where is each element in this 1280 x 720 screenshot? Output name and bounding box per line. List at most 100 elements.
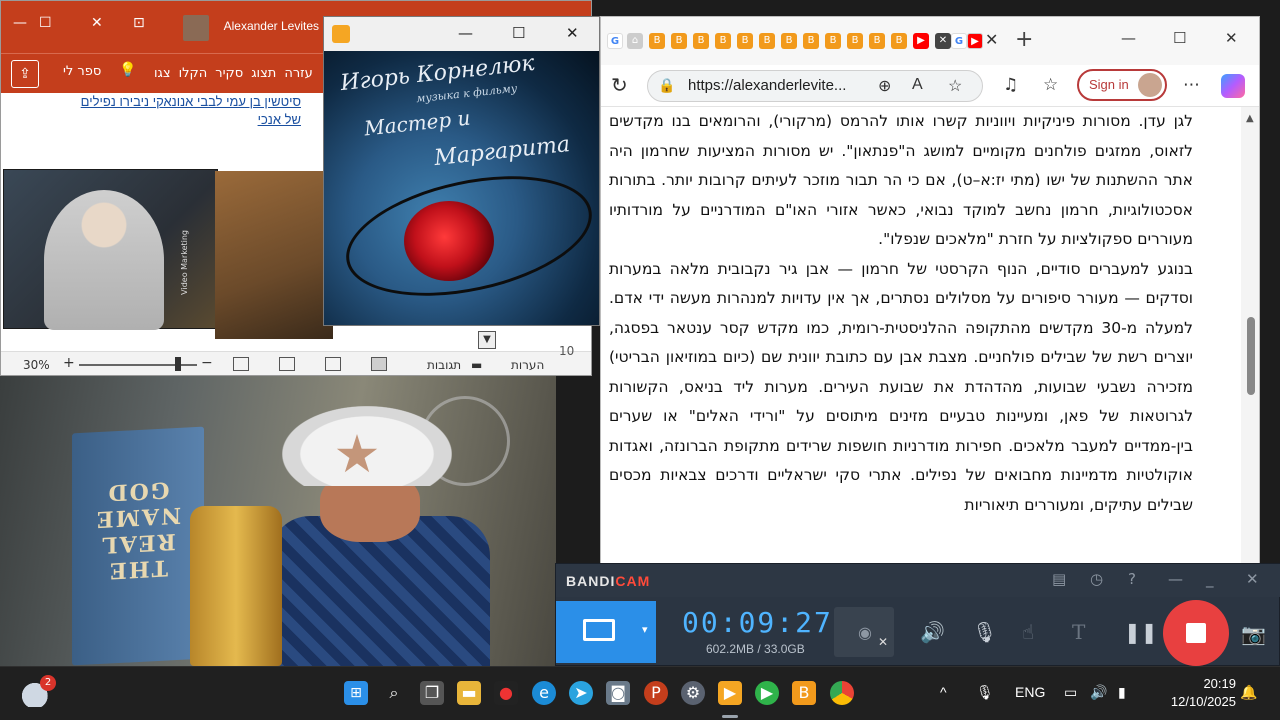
browser-maximize-button[interactable]: ☐ xyxy=(1173,29,1186,47)
more-menu-icon[interactable]: ⋯ xyxy=(1183,75,1200,95)
ppt-share-icon[interactable]: ⇪ xyxy=(11,60,39,88)
player-maximize-button[interactable]: ☐ xyxy=(512,24,525,42)
tab-blogger-icon-9[interactable]: B xyxy=(825,33,841,49)
scrollbar-thumb[interactable] xyxy=(1247,317,1255,395)
battery-icon[interactable]: ▮ xyxy=(1118,684,1126,701)
cursor-effect-icon[interactable]: ☝ xyxy=(1022,620,1034,644)
favorite-star-icon[interactable]: ☆ xyxy=(948,76,962,96)
tab-x-icon[interactable]: ✕ xyxy=(935,33,951,49)
speaker-icon[interactable]: 🔊 xyxy=(920,620,945,644)
normal-view-icon[interactable] xyxy=(371,357,387,371)
help-icon[interactable]: ? xyxy=(1128,570,1136,588)
zoom-icon[interactable]: ⊕ xyxy=(878,76,891,96)
zoom-slider-handle[interactable] xyxy=(175,357,181,371)
ppt-tab-help[interactable]: עזרה xyxy=(281,64,315,83)
tab-youtube-icon-active[interactable]: ▶ xyxy=(967,33,983,49)
url-bar[interactable]: 🔒 https://alexanderlevite... ⊕ A ☆ xyxy=(647,70,983,102)
screen-record-mode-button[interactable]: ▾ xyxy=(556,601,656,663)
folder-icon[interactable]: ▤ xyxy=(1052,570,1066,588)
pause-button[interactable]: ❚❚ xyxy=(1124,620,1158,644)
scroll-down-icon[interactable]: ▼ xyxy=(478,331,496,349)
media-control-icon[interactable]: ♫ xyxy=(1003,75,1018,95)
slide-sorter-icon[interactable] xyxy=(325,357,341,371)
notification-icon[interactable]: 🔔 xyxy=(1240,684,1257,701)
tab-puzzle-icon[interactable]: ⌂ xyxy=(627,33,643,49)
ppt-ribbon-display-icon[interactable]: ⊡ xyxy=(133,15,145,31)
tab-blogger-icon-6[interactable]: B xyxy=(759,33,775,49)
zoom-out-button[interactable]: − xyxy=(201,355,213,371)
new-tab-icon[interactable]: + xyxy=(1015,27,1033,52)
tab-close-icon[interactable]: ✕ xyxy=(985,30,998,49)
ppt-restore-button[interactable]: ☐ xyxy=(39,15,52,31)
ppt-user-name[interactable]: Alexander Levites xyxy=(224,19,319,33)
tab-google-icon[interactable]: G xyxy=(607,33,623,49)
bandicam-minimize-button[interactable]: _ xyxy=(1206,570,1214,588)
reading-view-icon[interactable] xyxy=(279,357,295,371)
ppt-tab-draw[interactable]: צגו xyxy=(151,64,174,83)
player-close-button[interactable]: ✕ xyxy=(566,24,579,42)
media-player-icon[interactable]: ▶ xyxy=(718,681,742,705)
collapse-icon[interactable]: — xyxy=(1168,570,1183,588)
record-app-icon[interactable]: ● xyxy=(494,681,518,705)
ppt-close-button[interactable]: ✕ xyxy=(91,15,103,31)
tab-blogger-icon-5[interactable]: B xyxy=(737,33,753,49)
webcam-overlay-button[interactable]: ◉ ✕ xyxy=(834,607,894,657)
tray-overflow-icon[interactable]: ^ xyxy=(940,684,947,700)
slide-video-thumbnail[interactable]: Video Marketing xyxy=(3,169,218,330)
camera-app-icon[interactable]: ◙ xyxy=(606,681,630,705)
text-overlay-icon[interactable]: T xyxy=(1072,620,1085,644)
copilot-icon[interactable] xyxy=(1221,74,1245,98)
ppt-tab-view[interactable]: תצוג xyxy=(248,64,279,83)
tab-blogger-icon-3[interactable]: B xyxy=(693,33,709,49)
reload-icon[interactable]: ↻ xyxy=(611,73,628,97)
stop-recording-button[interactable] xyxy=(1163,600,1229,666)
powerpoint-icon[interactable]: P xyxy=(644,681,668,705)
system-clock[interactable]: 20:19 12/10/2025 xyxy=(1156,675,1236,711)
input-language[interactable]: ENG xyxy=(1015,684,1045,700)
tab-blogger-icon-1[interactable]: B xyxy=(649,33,665,49)
presentation-view-icon[interactable] xyxy=(233,357,249,371)
chrome-icon[interactable] xyxy=(830,681,854,705)
play-app-icon[interactable]: ▶ xyxy=(755,681,779,705)
slide-image-thumbnail[interactable] xyxy=(215,171,333,339)
edge-icon[interactable]: e xyxy=(532,681,556,705)
screenshot-camera-icon[interactable]: 📷 xyxy=(1241,622,1266,646)
url-text[interactable]: https://alexanderlevite... xyxy=(688,77,868,94)
telegram-icon[interactable]: ➤ xyxy=(569,681,593,705)
tab-blogger-icon-2[interactable]: B xyxy=(671,33,687,49)
blogger-icon[interactable]: B xyxy=(792,681,816,705)
tab-blogger-icon-11[interactable]: B xyxy=(869,33,885,49)
tab-youtube-icon-1[interactable]: ▶ xyxy=(913,33,929,49)
comments-button[interactable]: תגובות xyxy=(427,358,461,372)
tab-blogger-icon-4[interactable]: B xyxy=(715,33,731,49)
file-explorer-icon[interactable]: ▬ xyxy=(457,681,481,705)
timer-icon[interactable]: ◷ xyxy=(1090,570,1103,588)
mode-dropdown-icon[interactable]: ▾ xyxy=(642,623,648,636)
read-aloud-icon[interactable]: A xyxy=(912,76,923,94)
ppt-tell-me[interactable]: ספר לי xyxy=(63,64,101,79)
ppt-tab-review[interactable]: סקיר xyxy=(212,64,246,83)
microphone-icon[interactable]: 🎙 xyxy=(972,620,997,644)
tray-microphone-icon[interactable]: 🎙 xyxy=(976,684,994,701)
browser-close-button[interactable]: ✕ xyxy=(1225,29,1238,47)
volume-icon[interactable]: 🔊 xyxy=(1090,684,1107,701)
ppt-tab-record[interactable]: הקלו xyxy=(176,64,211,83)
notes-button[interactable]: הערות xyxy=(511,358,544,372)
tab-blogger-icon-12[interactable]: B xyxy=(891,33,907,49)
sign-in-button[interactable]: Sign in xyxy=(1077,69,1167,101)
lightbulb-icon[interactable]: 💡 xyxy=(119,62,136,78)
ppt-minimize-button[interactable]: — xyxy=(13,15,27,31)
scroll-up-icon[interactable]: ▲ xyxy=(1246,113,1254,124)
bandicam-close-button[interactable]: ✕ xyxy=(1246,570,1259,588)
player-minimize-button[interactable]: — xyxy=(458,24,473,42)
tab-google-icon-2[interactable]: G xyxy=(951,33,967,49)
browser-minimize-button[interactable]: — xyxy=(1121,29,1136,47)
site-info-icon[interactable]: 🔒 xyxy=(658,77,675,94)
zoom-level[interactable]: 30% xyxy=(23,358,50,372)
settings-gear-icon[interactable]: ⚙ xyxy=(681,681,705,705)
task-view-icon[interactable]: ❐ xyxy=(420,681,444,705)
zoom-in-button[interactable]: + xyxy=(63,355,75,371)
favorites-icon[interactable]: ☆ xyxy=(1043,75,1058,95)
search-icon[interactable]: ⌕ xyxy=(382,681,406,705)
network-icon[interactable]: ▭ xyxy=(1064,684,1077,701)
